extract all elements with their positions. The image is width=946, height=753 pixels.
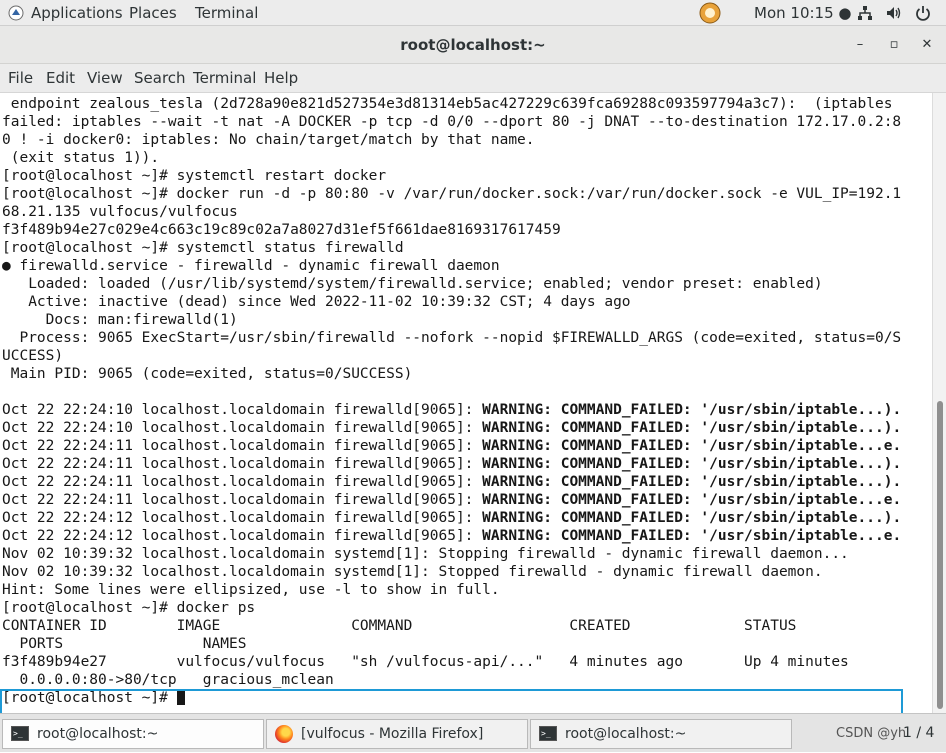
terminal-line: f3f489b94e27c029e4c663c19c89c02a7a8027d3… (2, 222, 561, 238)
window-title-bar[interactable]: root@localhost:~ – ▫ ✕ (0, 26, 946, 64)
terminal-line: Oct 22 22:24:11 localhost.localdomain fi… (2, 474, 902, 490)
terminal-line: 0 ! -i docker0: iptables: No chain/targe… (2, 132, 535, 148)
window-list-taskbar: root@localhost:~ [vulfocus - Mozilla Fir… (0, 713, 946, 752)
warning-text: WARNING: COMMAND_FAILED: '/usr/sbin/ipta… (482, 420, 902, 436)
terminal-line: Oct 22 22:24:11 localhost.localdomain fi… (2, 438, 902, 454)
csdn-watermark: CSDN @yh (836, 726, 907, 741)
terminal-line: endpoint zealous_tesla (2d728a90e821d527… (2, 96, 893, 112)
terminal-line: Active: inactive (dead) since Wed 2022-1… (2, 294, 631, 310)
clock[interactable]: Mon 10:15 ● (754, 0, 851, 26)
terminal-line: Hint: Some lines were ellipsized, use -l… (2, 582, 500, 598)
warning-text: WARNING: COMMAND_FAILED: '/usr/sbin/ipta… (482, 474, 902, 490)
terminal-line: [root@localhost ~]# docker run -d -p 80:… (2, 186, 902, 202)
terminal-line: UCCESS) (2, 348, 64, 364)
terminal-icon (11, 720, 29, 748)
terminal-line: Nov 02 10:39:32 localhost.localdomain sy… (2, 564, 823, 580)
volume-icon[interactable] (886, 5, 902, 21)
menu-edit[interactable]: Edit (46, 64, 75, 93)
terminal-text: endpoint zealous_tesla (2d728a90e821d527… (2, 95, 901, 707)
minimize-button[interactable]: – (850, 35, 870, 55)
warning-text: WARNING: COMMAND_FAILED: '/usr/sbin/ipta… (482, 492, 902, 508)
warning-text: WARNING: COMMAND_FAILED: '/usr/sbin/ipta… (482, 456, 902, 472)
terminal-line: 68.21.135 vulfocus/vulfocus (2, 204, 238, 220)
gnome-top-bar: Applications Places Terminal Mon 10:15 ● (0, 0, 946, 26)
menu-search[interactable]: Search (134, 64, 186, 93)
close-button[interactable]: ✕ (917, 35, 937, 55)
terminal-line: Oct 22 22:24:10 localhost.localdomain fi… (2, 420, 902, 436)
terminal-line: Docs: man:firewalld(1) (2, 312, 238, 328)
terminal-line: [root@localhost ~]# systemctl status fir… (2, 240, 404, 256)
terminal-line: Main PID: 9065 (code=exited, status=0/SU… (2, 366, 413, 382)
terminal-line: [root@localhost ~]# systemctl restart do… (2, 168, 387, 184)
menu-help[interactable]: Help (264, 64, 298, 93)
terminal-line: 0.0.0.0:80->80/tcp gracious_mclean (2, 672, 334, 688)
task-label: root@localhost:~ (565, 726, 687, 742)
task-label: [vulfocus - Mozilla Firefox] (301, 726, 484, 742)
terminal-line: CONTAINER ID IMAGE COMMAND CREATED STATU… (2, 618, 797, 634)
terminal-line: Nov 02 10:39:32 localhost.localdomain sy… (2, 546, 849, 562)
maximize-button[interactable]: ▫ (884, 35, 904, 55)
applications-menu[interactable]: Applications (31, 0, 123, 26)
terminal-line: Oct 22 22:24:10 localhost.localdomain fi… (2, 402, 902, 418)
warning-text: WARNING: COMMAND_FAILED: '/usr/sbin/ipta… (482, 438, 902, 454)
terminal-line: Process: 9065 ExecStart=/usr/sbin/firewa… (2, 330, 902, 346)
terminal-line: (exit status 1)). (2, 150, 160, 166)
terminal-line: [root@localhost ~]# (2, 689, 901, 707)
warning-text: WARNING: COMMAND_FAILED: '/usr/sbin/ipta… (482, 510, 902, 526)
terminal-line: failed: iptables --wait -t nat -A DOCKER… (2, 114, 902, 130)
menu-bar: File Edit View Search Terminal Help (0, 64, 946, 93)
terminal-line: Loaded: loaded (/usr/lib/systemd/system/… (2, 276, 823, 292)
places-menu[interactable]: Places (129, 0, 177, 26)
terminal-line: PORTS NAMES (2, 636, 247, 652)
firefox-icon (275, 725, 293, 743)
terminal-line: ● firewalld.service - firewalld - dynami… (2, 258, 500, 274)
terminal-output[interactable]: endpoint zealous_tesla (2d728a90e821d527… (0, 93, 932, 713)
menu-file[interactable]: File (8, 64, 33, 93)
task-terminal-1[interactable]: root@localhost:~ (2, 719, 264, 749)
terminal-line: Oct 22 22:24:12 localhost.localdomain fi… (2, 510, 902, 526)
terminal-line: Oct 22 22:24:11 localhost.localdomain fi… (2, 492, 902, 508)
warning-text: WARNING: COMMAND_FAILED: '/usr/sbin/ipta… (482, 402, 902, 418)
menu-terminal[interactable]: Terminal (193, 64, 256, 93)
terminal-app-menu[interactable]: Terminal (195, 0, 258, 26)
workspace-pager[interactable]: 1 / 4 (903, 714, 934, 753)
task-firefox[interactable]: [vulfocus - Mozilla Firefox] (266, 719, 528, 749)
terminal-line: Oct 22 22:24:11 localhost.localdomain fi… (2, 456, 902, 472)
terminal-line: [root@localhost ~]# docker ps (2, 600, 256, 616)
warning-text: WARNING: COMMAND_FAILED: '/usr/sbin/ipta… (482, 528, 902, 544)
update-notifier-icon[interactable] (699, 2, 721, 24)
terminal-line: Oct 22 22:24:12 localhost.localdomain fi… (2, 528, 902, 544)
power-icon[interactable] (915, 5, 931, 21)
applications-icon (8, 5, 24, 21)
text-cursor (176, 689, 185, 705)
task-terminal-2[interactable]: root@localhost:~ (530, 719, 792, 749)
vertical-scrollbar[interactable] (932, 93, 946, 713)
task-label: root@localhost:~ (37, 726, 159, 742)
terminal-line: f3f489b94e27 vulfocus/vulfocus "sh /vulf… (2, 654, 849, 670)
terminal-icon (539, 720, 557, 748)
window-title: root@localhost:~ (400, 36, 546, 54)
network-icon[interactable] (857, 5, 873, 21)
scrollbar-thumb[interactable] (937, 401, 943, 709)
menu-view[interactable]: View (87, 64, 123, 93)
